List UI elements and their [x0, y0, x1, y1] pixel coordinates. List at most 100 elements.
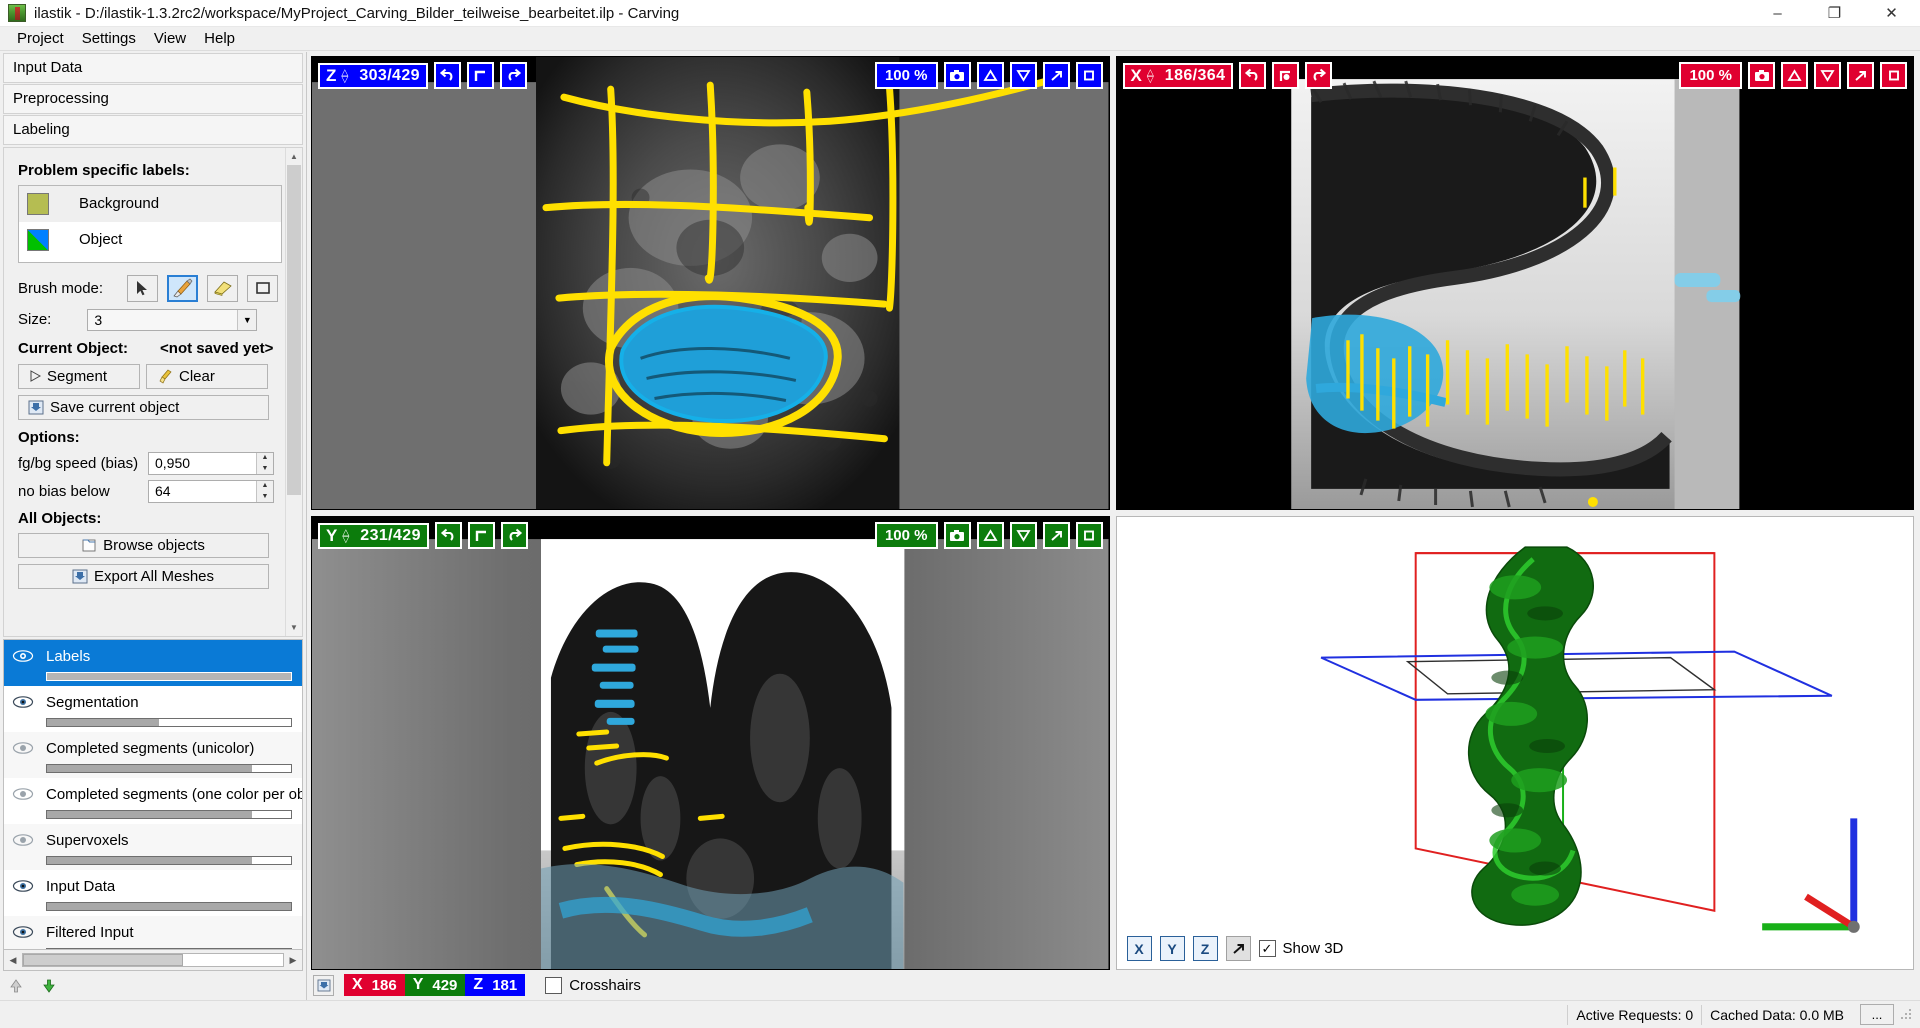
- menu-help[interactable]: Help: [195, 28, 244, 49]
- move-layer-down-icon[interactable]: [39, 976, 58, 995]
- scroll-left-arrow-icon[interactable]: ◀: [4, 950, 22, 970]
- scroll-right-arrow-icon[interactable]: ▶: [284, 950, 302, 970]
- menu-view[interactable]: View: [145, 28, 195, 49]
- maximize-arrow-icon[interactable]: [1847, 62, 1874, 89]
- layer-item-supervoxels[interactable]: Supervoxels: [4, 823, 302, 870]
- arrow-tool-button[interactable]: [127, 274, 159, 302]
- viewport-y-canvas[interactable]: [312, 517, 1109, 969]
- layer-opacity-slider[interactable]: [46, 901, 292, 911]
- maximize-button[interactable]: ❐: [1806, 0, 1863, 27]
- x-spin-arrows[interactable]: △ ▽: [1147, 67, 1154, 83]
- screenshot-icon[interactable]: [943, 62, 971, 89]
- y-zoom-level[interactable]: 100 %: [874, 522, 938, 549]
- z-axis-button[interactable]: Z: [1192, 936, 1218, 961]
- eye-hidden-icon[interactable]: [12, 741, 34, 757]
- crosshairs-checkbox[interactable]: [545, 976, 563, 994]
- layer-item-completed-percolor[interactable]: Completed segments (one color per ob: [4, 778, 302, 824]
- viewport-3d[interactable]: X Y Z ✓ Show 3D: [1115, 516, 1914, 970]
- browse-objects-button[interactable]: Browse objects: [18, 532, 269, 558]
- viewport-z-canvas[interactable]: [312, 57, 1109, 509]
- down-triangle-icon[interactable]: [1009, 522, 1037, 549]
- spinner-arrows[interactable]: ▲ ▼: [256, 480, 273, 502]
- clear-button[interactable]: Clear: [146, 363, 268, 389]
- move-layer-up-icon[interactable]: [6, 976, 25, 995]
- maximize-arrow-icon[interactable]: [1042, 62, 1070, 89]
- layer-item-labels[interactable]: Labels: [4, 639, 302, 686]
- down-triangle-icon[interactable]: [1009, 62, 1037, 89]
- up-triangle-icon[interactable]: [976, 62, 1004, 89]
- y-spin-arrows[interactable]: △ ▽: [342, 527, 349, 543]
- chevron-down-icon[interactable]: ▼: [237, 309, 257, 330]
- crosshairs-toggle[interactable]: Crosshairs: [545, 976, 641, 994]
- up-triangle-icon[interactable]: [1781, 62, 1808, 89]
- layer-list[interactable]: Labels Segmentation Completed segments (…: [3, 638, 303, 950]
- x-axis-button[interactable]: X: [1126, 936, 1152, 961]
- x-zoom-level[interactable]: 100 %: [1679, 62, 1742, 89]
- export-all-meshes-button[interactable]: Export All Meshes: [18, 563, 269, 589]
- applet-preprocessing[interactable]: Preprocessing: [3, 83, 303, 114]
- segment-button[interactable]: Segment: [18, 363, 140, 389]
- eye-visible-icon[interactable]: [12, 649, 34, 665]
- x-slice-spinbox[interactable]: X △ ▽ 186/364: [1122, 62, 1234, 89]
- maximize-arrow-icon[interactable]: [1042, 522, 1070, 549]
- fit-square-icon[interactable]: [1075, 62, 1103, 89]
- eye-hidden-icon[interactable]: [12, 833, 34, 849]
- eye-hidden-icon[interactable]: [12, 787, 34, 803]
- layer-opacity-slider[interactable]: [46, 855, 292, 865]
- viewport-z[interactable]: Z △ ▽ 303/429 100 %: [311, 56, 1110, 510]
- layer-horizontal-scrollbar[interactable]: ◀ ▶: [3, 949, 303, 972]
- close-button[interactable]: ✕: [1863, 0, 1920, 27]
- layer-opacity-slider[interactable]: [46, 947, 292, 949]
- z-slice-spinbox[interactable]: Z △ ▽ 303/429: [318, 62, 428, 89]
- brush-size-combo[interactable]: 3 ▼: [87, 308, 258, 331]
- spinner-arrows[interactable]: ▲ ▼: [256, 452, 273, 474]
- status-more-button[interactable]: ...: [1860, 1004, 1894, 1025]
- save-current-object-button[interactable]: Save current object: [18, 394, 269, 420]
- applet-labeling[interactable]: Labeling: [3, 114, 303, 145]
- undo-icon[interactable]: [433, 62, 461, 89]
- resize-grip[interactable]: [1900, 1008, 1914, 1022]
- layer-opacity-slider[interactable]: [46, 763, 292, 773]
- screenshot-icon[interactable]: [943, 522, 971, 549]
- eye-visible-icon[interactable]: [12, 695, 34, 711]
- label-list[interactable]: Background Object: [18, 184, 282, 263]
- menu-project[interactable]: Project: [8, 28, 73, 49]
- maximize-arrow-icon[interactable]: [1225, 936, 1251, 961]
- fgbg-speed-input[interactable]: 0,950 ▲ ▼: [148, 451, 274, 475]
- show-3d-checkbox[interactable]: ✓: [1258, 940, 1276, 957]
- label-row-object[interactable]: Object: [19, 222, 281, 258]
- viewport-3d-canvas[interactable]: [1116, 517, 1913, 969]
- layer-item-segmentation[interactable]: Segmentation: [4, 686, 302, 732]
- scroll-thumb[interactable]: [23, 954, 183, 967]
- redo-icon[interactable]: [1305, 62, 1333, 89]
- up-triangle-icon[interactable]: [976, 522, 1004, 549]
- minimize-button[interactable]: –: [1749, 0, 1806, 27]
- no-bias-below-input[interactable]: 64 ▲ ▼: [148, 479, 274, 503]
- redo-icon[interactable]: [500, 522, 528, 549]
- applet-scrollbar[interactable]: ▲ ▼: [285, 147, 302, 636]
- show-3d-toggle[interactable]: ✓ Show 3D: [1258, 940, 1343, 957]
- reset-icon[interactable]: [467, 522, 495, 549]
- eye-visible-icon[interactable]: [12, 925, 34, 941]
- scroll-down-arrow-icon[interactable]: ▼: [286, 618, 302, 636]
- viewer-settings-button[interactable]: [313, 974, 334, 996]
- label-row-background[interactable]: Background: [19, 185, 281, 222]
- screenshot-icon[interactable]: [1748, 62, 1775, 89]
- z-zoom-level[interactable]: 100 %: [874, 62, 938, 89]
- applet-scroll-thumb[interactable]: [287, 164, 301, 495]
- scroll-up-arrow-icon[interactable]: ▲: [286, 147, 302, 165]
- layer-item-input-data[interactable]: Input Data: [4, 870, 302, 916]
- y-slice-spinbox[interactable]: Y △ ▽ 231/429: [318, 522, 429, 549]
- scroll-track[interactable]: [22, 953, 284, 968]
- menu-settings[interactable]: Settings: [73, 28, 145, 49]
- rectangle-tool-button[interactable]: [247, 274, 279, 302]
- layer-item-filtered-input[interactable]: Filtered Input: [4, 915, 302, 949]
- reset-icon[interactable]: [1272, 62, 1300, 89]
- layer-opacity-slider[interactable]: [46, 809, 292, 819]
- redo-icon[interactable]: [499, 62, 527, 89]
- layer-opacity-slider[interactable]: [46, 717, 292, 727]
- viewport-y[interactable]: Y △ ▽ 231/429 100 %: [311, 516, 1110, 970]
- y-axis-button[interactable]: Y: [1159, 936, 1185, 961]
- layer-opacity-slider[interactable]: [46, 671, 292, 681]
- paint-brush-tool-button[interactable]: [167, 274, 199, 302]
